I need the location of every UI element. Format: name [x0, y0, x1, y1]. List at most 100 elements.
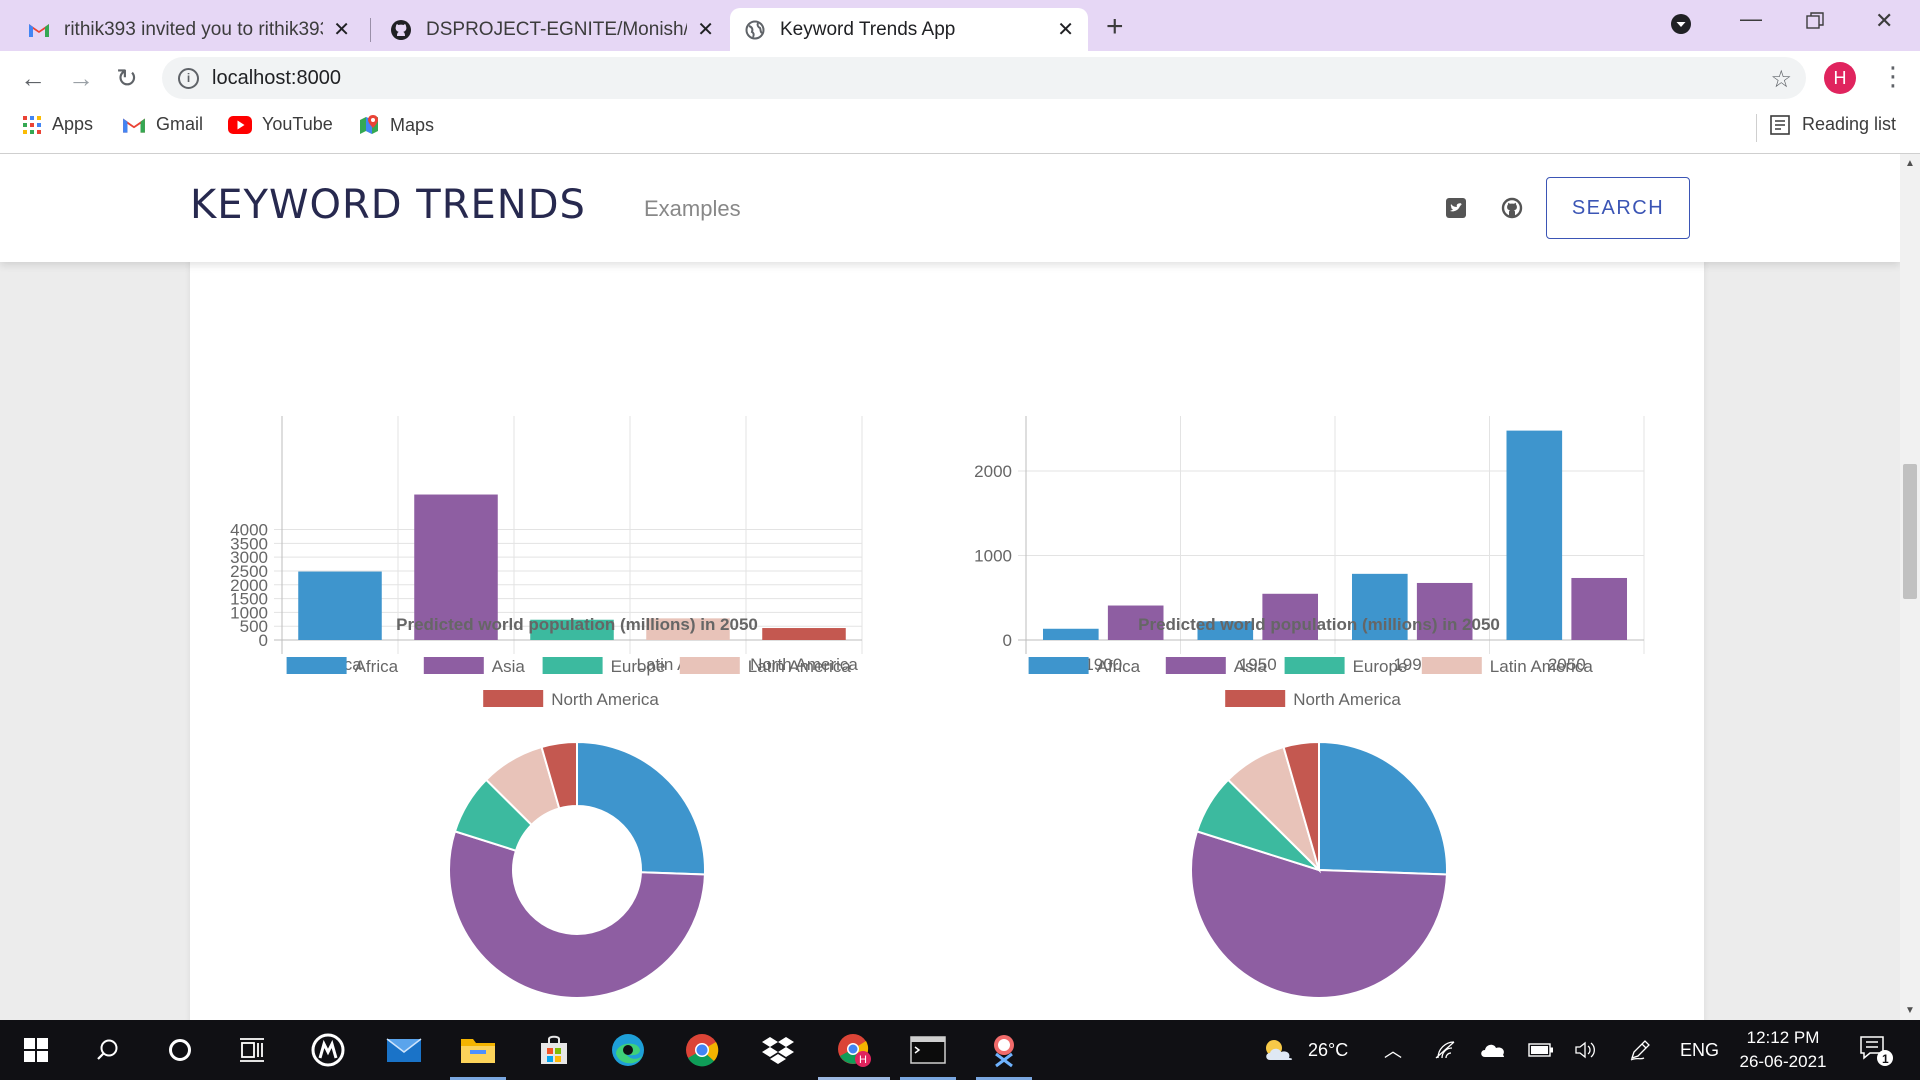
back-arrow-icon[interactable]: ← — [20, 65, 46, 91]
volume-icon[interactable] — [1574, 1020, 1598, 1080]
legend-label: Africa — [1097, 657, 1141, 676]
onedrive-icon[interactable] — [1480, 1020, 1506, 1080]
show-hidden-icons-icon[interactable]: ︿ — [1384, 1020, 1402, 1080]
browser-menu-icon[interactable]: ⋮ — [1880, 61, 1906, 91]
bookmark-maps[interactable]: Maps — [358, 114, 434, 136]
pie-chart: Predicted world population (millions) in… — [1028, 615, 1593, 1000]
url-text[interactable]: localhost:8000 — [212, 67, 341, 90]
y-tick-label: 0 — [1003, 631, 1012, 650]
chrome-icon[interactable] — [684, 1032, 720, 1068]
legend-swatch — [286, 657, 347, 674]
tab-strip: rithik393 invited you to rithik393/ ✕ DS… — [0, 0, 1920, 51]
address-bar[interactable]: i localhost:8000 ☆ — [162, 57, 1806, 99]
charts-canvas: 05001000150020002500300035004000AfricaAs… — [230, 416, 1645, 1000]
bar — [1506, 430, 1563, 640]
store-icon[interactable] — [536, 1032, 572, 1068]
mail-icon[interactable] — [386, 1032, 422, 1068]
nav-examples-link[interactable]: Examples — [644, 196, 741, 222]
divider — [1756, 114, 1757, 142]
cortana-icon[interactable] — [162, 1032, 198, 1068]
notification-count: 1 — [1882, 1052, 1889, 1066]
task-view-icon[interactable] — [234, 1032, 270, 1068]
action-center-icon[interactable]: 1 — [1858, 1020, 1894, 1080]
legend-label: North America — [551, 690, 659, 709]
windows-taskbar: H 26°C ︿ ENG 12:12 PM 26-06-2021 1 — [0, 1020, 1920, 1080]
bookmark-youtube[interactable]: YouTube — [228, 114, 333, 135]
close-icon[interactable]: ✕ — [1057, 17, 1074, 42]
tab-search-icon[interactable] — [1670, 13, 1692, 41]
bar-chart-regions: 05001000150020002500300035004000AfricaAs… — [230, 416, 863, 674]
weather-widget[interactable]: 26°C — [1262, 1020, 1348, 1080]
gmail-icon — [28, 19, 50, 41]
site-brand[interactable]: KEYWORD TRENDS — [190, 182, 586, 228]
tab-keyword-trends[interactable]: Keyword Trends App ✕ — [730, 8, 1088, 51]
pie-slice — [576, 740, 706, 876]
pen-icon[interactable] — [1628, 1020, 1652, 1080]
bookmark-label: Maps — [390, 114, 435, 135]
youtube-icon — [228, 115, 252, 134]
tab-title: rithik393 invited you to rithik393/ — [64, 18, 324, 40]
legend-swatch — [1284, 657, 1345, 674]
y-tick-label: 1000 — [974, 547, 1012, 566]
reload-icon[interactable]: ↻ — [116, 65, 138, 91]
scroll-down-arrow-icon[interactable]: ▼ — [1905, 1005, 1915, 1016]
tab-github[interactable]: DSPROJECT-EGNITE/Monish/wee ✕ — [376, 8, 728, 51]
battery-icon[interactable] — [1528, 1020, 1554, 1080]
page-scrollbar[interactable]: ▲ ▼ — [1900, 154, 1920, 1020]
scrollbar-thumb[interactable] — [1903, 464, 1917, 599]
bookmark-gmail[interactable]: Gmail — [122, 114, 203, 135]
restore-icon[interactable] — [1806, 10, 1824, 36]
weather-cloud-icon — [1262, 1038, 1296, 1062]
maps-pin-icon — [358, 114, 380, 136]
search-icon[interactable] — [90, 1032, 126, 1068]
file-explorer-icon[interactable] — [460, 1032, 496, 1068]
edge-icon[interactable] — [610, 1032, 646, 1068]
scroll-up-arrow-icon[interactable]: ▲ — [1905, 158, 1915, 169]
legend-label: North America — [1293, 690, 1401, 709]
legend-swatch — [1225, 690, 1286, 707]
browser-toolbar: ← → ↻ i localhost:8000 ☆ H ⋮ — [0, 51, 1920, 106]
legend-label: Asia — [1234, 657, 1268, 676]
taskbar-clock[interactable]: 12:12 PM 26-06-2021 — [1728, 1026, 1838, 1074]
bar-chart-years: 0100020001900 1950 1999 2050 — [974, 416, 1645, 674]
reading-list-label: Reading list — [1802, 114, 1897, 134]
bar — [298, 571, 382, 640]
legend-swatch — [423, 657, 484, 674]
legend-swatch — [1165, 657, 1226, 674]
tab-gmail[interactable]: rithik393 invited you to rithik393/ ✕ — [14, 8, 364, 51]
new-tab-icon[interactable]: + — [1106, 12, 1124, 42]
profile-avatar[interactable]: H — [1824, 62, 1856, 94]
legend-swatch — [542, 657, 603, 674]
window-close-icon[interactable]: ✕ — [1875, 8, 1893, 34]
bar — [1042, 628, 1099, 640]
dropbox-icon[interactable] — [760, 1032, 796, 1068]
clock-time: 12:12 PM — [1746, 1028, 1820, 1047]
app-icon[interactable] — [310, 1032, 346, 1068]
site-info-icon[interactable]: i — [178, 68, 199, 89]
wifi-icon[interactable] — [1434, 1020, 1456, 1080]
twitter-square-icon[interactable] — [1445, 197, 1467, 219]
github-icon — [390, 19, 412, 41]
bookmark-apps[interactable]: Apps — [22, 114, 93, 135]
reading-list[interactable]: Reading list — [1756, 114, 1897, 142]
bar — [1571, 577, 1628, 640]
close-icon[interactable]: ✕ — [697, 17, 714, 42]
windows-start-icon[interactable] — [18, 1032, 54, 1068]
github-icon[interactable] — [1501, 197, 1523, 219]
tab-divider — [370, 18, 371, 42]
terminal-icon[interactable] — [910, 1032, 946, 1068]
legend-swatch — [679, 657, 740, 674]
snip-tool-icon[interactable] — [986, 1032, 1022, 1068]
chrome-profile-icon[interactable]: H — [836, 1032, 872, 1068]
legend-label: Europe — [1353, 657, 1408, 676]
minimize-icon[interactable]: — — [1740, 6, 1762, 32]
weather-temp: 26°C — [1308, 1039, 1349, 1060]
bookmark-star-icon[interactable]: ☆ — [1770, 65, 1792, 94]
search-button[interactable]: SEARCH — [1546, 177, 1690, 239]
language-indicator[interactable]: ENG — [1680, 1020, 1719, 1080]
legend-swatch — [483, 690, 544, 707]
forward-arrow-icon[interactable]: → — [68, 65, 94, 91]
close-icon[interactable]: ✕ — [333, 17, 350, 42]
y-tick-label: 4000 — [230, 521, 268, 540]
svg-text:H: H — [859, 1054, 867, 1066]
